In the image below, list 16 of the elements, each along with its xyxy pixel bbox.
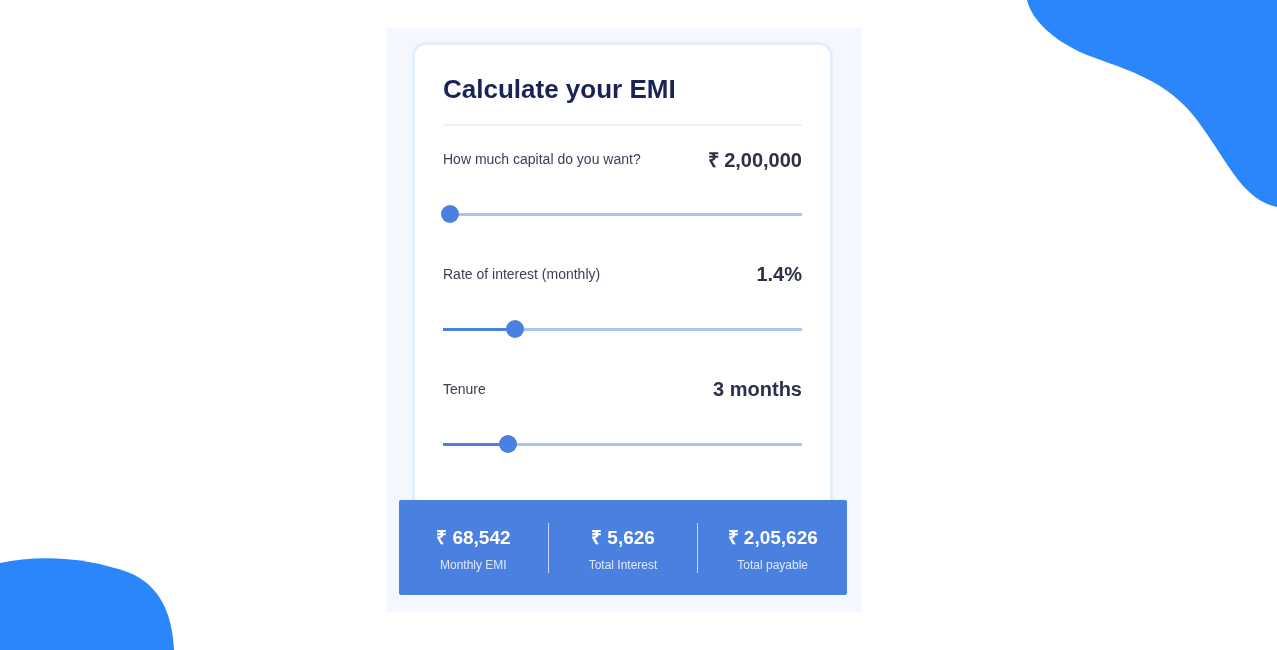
result-label: Total Interest [588, 557, 658, 572]
result-label: Monthly EMI [440, 557, 507, 572]
result-label: Total payable [737, 557, 809, 572]
slider-value: ₹ 2,00,000 [707, 147, 802, 173]
slider-thumb[interactable] [441, 205, 460, 223]
slider-value: 3 months [713, 377, 802, 401]
result-value: ₹ 68,542 [436, 525, 511, 550]
card-title: Calculate your EMI [443, 73, 677, 106]
slider-thumb[interactable] [498, 435, 517, 453]
slider-value: 1.4% [756, 262, 802, 286]
slider-thumb[interactable] [505, 320, 524, 338]
result-value: ₹ 2,05,626 [727, 525, 818, 550]
slider-label: Rate of interest (monthly) [443, 266, 601, 282]
result-value: ₹ 5,626 [591, 525, 655, 550]
slider-label: How much capital do you want? [443, 151, 641, 167]
slider-label: Tenure [443, 381, 486, 397]
